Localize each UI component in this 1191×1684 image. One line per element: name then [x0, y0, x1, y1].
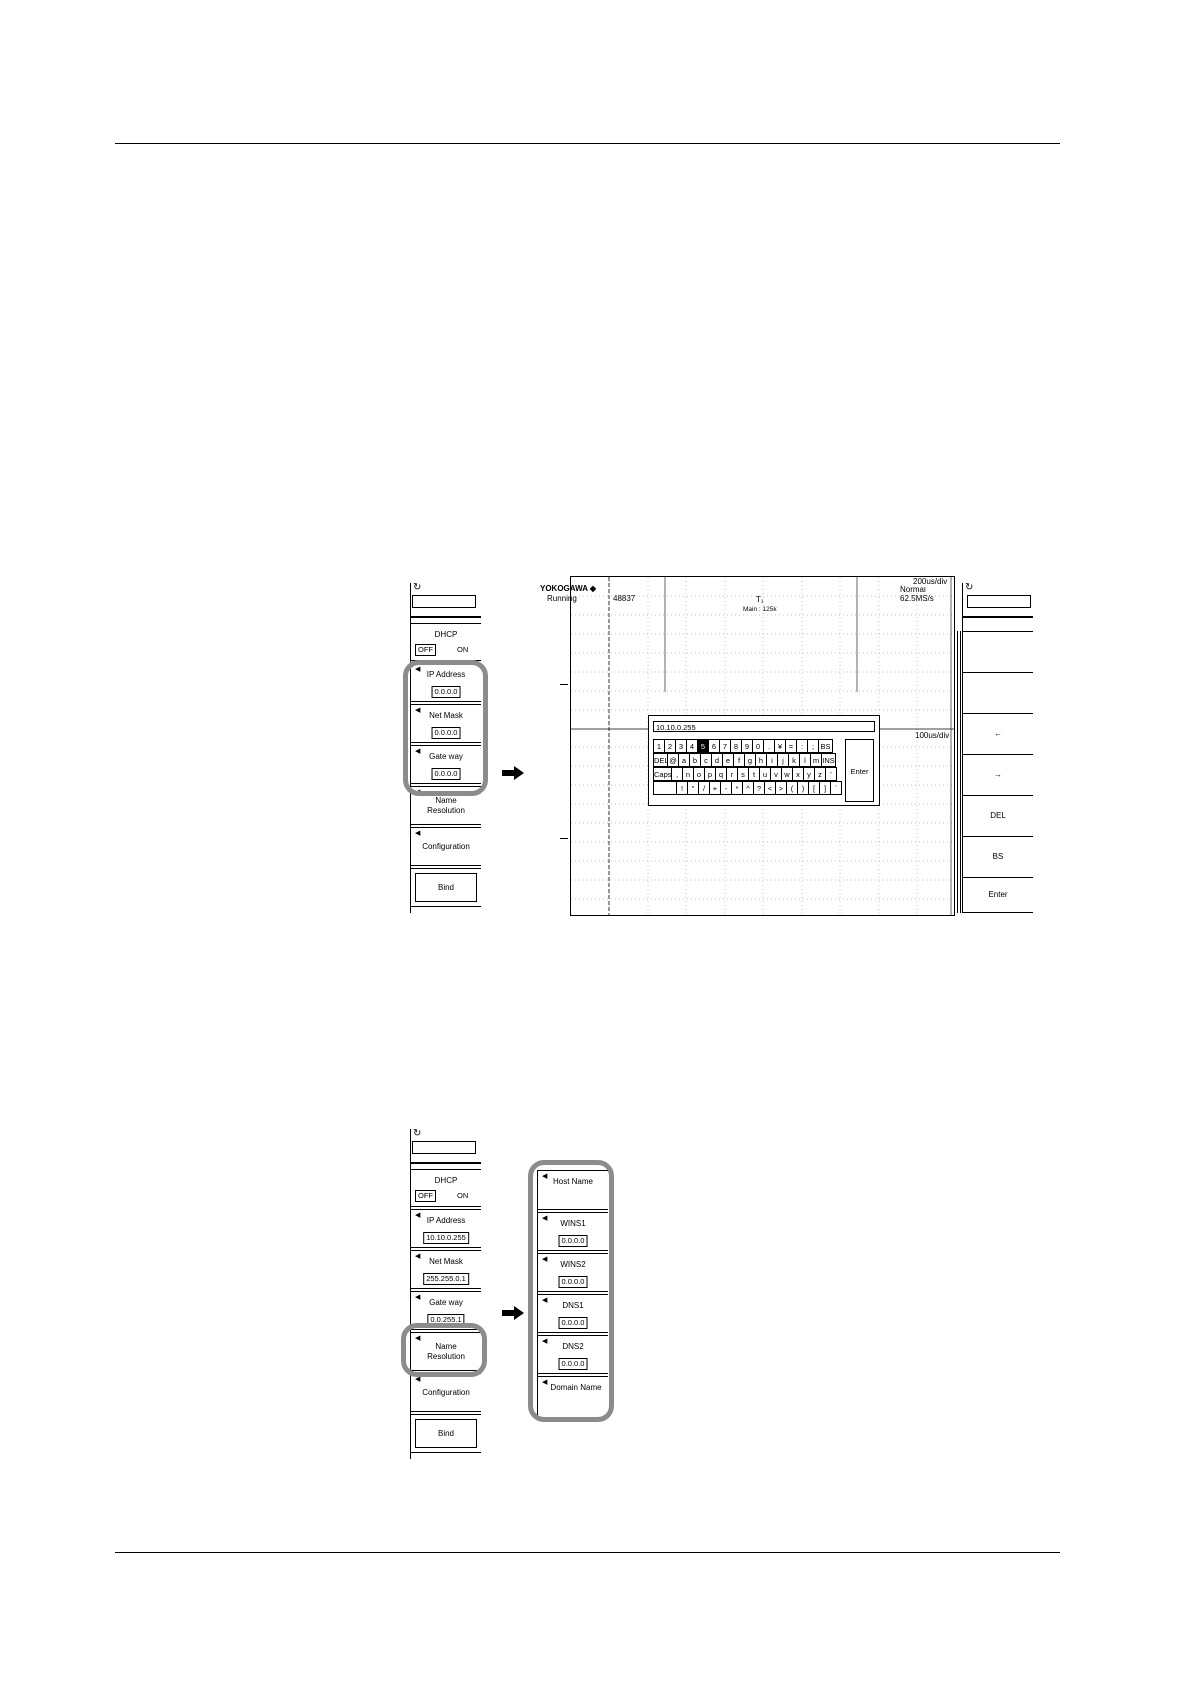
- keyboard-key[interactable]: [653, 781, 677, 795]
- jog-knob-icon: ↻: [413, 1128, 422, 1139]
- screen-left-tick-2: [560, 838, 568, 839]
- keyboard-key[interactable]: Caps: [653, 767, 672, 781]
- delete-softkey[interactable]: DEL: [963, 795, 1033, 836]
- host-name-softkey[interactable]: ◀ Host Name: [538, 1170, 608, 1210]
- dns1-label: DNS1: [562, 1301, 584, 1310]
- fig2-menu-top: ↻: [411, 1129, 481, 1164]
- fig1-highlight-ip-netmask-gateway: [403, 660, 488, 796]
- host-name-label: Host Name: [552, 1177, 593, 1186]
- keyboard-entry-field[interactable]: 10.10.0.255: [653, 721, 875, 732]
- dhcp-on-option[interactable]: ON: [457, 1191, 468, 1201]
- jog-knob-icon: ↻: [965, 582, 974, 593]
- keyboard-key[interactable]: ': [825, 767, 837, 781]
- header-rule: [115, 143, 1060, 144]
- dhcp-label: DHCP: [434, 1176, 458, 1185]
- delete-label: DEL: [990, 811, 1006, 820]
- jog-knob-icon: ↻: [413, 582, 422, 593]
- right-softkey-2[interactable]: [963, 672, 1033, 713]
- dns2-label: DNS2: [562, 1342, 584, 1351]
- fig2-highlight-name-resolution: [401, 1323, 487, 1377]
- keyboard-key[interactable]: INS: [821, 753, 836, 767]
- fig1-right-menu-top-box: [967, 595, 1031, 608]
- configuration-label: Configuration: [422, 841, 470, 851]
- fig1-right-menu: ↻ ← → DEL BS Enter: [957, 582, 1033, 913]
- fig2-menu-top-box: [412, 1141, 476, 1154]
- fig1-menu-top-box: [412, 595, 476, 608]
- net-mask-value: 255.255.0.1: [423, 1273, 469, 1285]
- fig2-dhcp-softkey[interactable]: DHCP OFF ON: [411, 1169, 481, 1207]
- keyboard-row-1: 1 2 3 4 5 6 7 8 9 0. ¥ =:; BS: [653, 739, 833, 753]
- wins2-value: 0.0.0.0: [558, 1276, 588, 1288]
- fig1-right-menu-inner-rule: [957, 631, 958, 913]
- name-resolution-line2: Resolution: [427, 805, 465, 815]
- backspace-label: BS: [992, 852, 1004, 861]
- bind-label: Bind: [437, 1428, 454, 1438]
- triangle-left-icon: ◀: [415, 1376, 421, 1383]
- domain-name-label: Domain Name: [550, 1383, 602, 1392]
- fig1-configuration-softkey[interactable]: ◀ Configuration: [411, 827, 481, 866]
- dhcp-on-option[interactable]: ON: [457, 645, 468, 655]
- dns1-softkey[interactable]: ◀ DNS1 0.0.0.0: [538, 1294, 608, 1333]
- keyboard-row-2: DEL @ a b c d e f g h i j k l m INS: [653, 753, 836, 767]
- fig2-configuration-softkey[interactable]: ◀ Configuration: [411, 1373, 481, 1412]
- wins1-value: 0.0.0.0: [558, 1235, 588, 1247]
- fig2-bind-softkey[interactable]: Bind: [411, 1414, 481, 1453]
- cursor-left-softkey[interactable]: ←: [963, 713, 1033, 754]
- backspace-softkey[interactable]: BS: [963, 836, 1033, 877]
- timebase-top: 200us/div: [913, 577, 948, 587]
- right-arrow-icon: [502, 1306, 524, 1320]
- left-arrow-icon: ←: [994, 729, 1002, 738]
- fig2-ip-address-softkey[interactable]: ◀ IP Address 10.10.0.255: [411, 1209, 481, 1248]
- ip-address-label: IP Address: [426, 1216, 466, 1225]
- fig1-right-menu-top-rule: [963, 616, 1033, 618]
- right-softkey-1[interactable]: [963, 631, 1033, 672]
- dhcp-off-option[interactable]: OFF: [415, 644, 436, 656]
- fig1-menu-top: ↻: [411, 583, 481, 618]
- dhcp-off-option[interactable]: OFF: [415, 1190, 436, 1202]
- fig1-right-menu-inner-rule-2: [960, 631, 961, 913]
- wins2-label: WINS2: [560, 1260, 586, 1269]
- ip-address-value: 10.10.0.255: [423, 1232, 469, 1244]
- cursor-right-softkey[interactable]: →: [963, 754, 1033, 795]
- gate-way-label: Gate way: [429, 1298, 463, 1307]
- triangle-left-icon: ◀: [415, 830, 421, 837]
- wins1-softkey[interactable]: ◀ WINS1 0.0.0.0: [538, 1212, 608, 1251]
- keyboard-row-3: Caps, n o p q r s t u v w x y z ': [653, 767, 837, 781]
- name-resolution-line1: Name: [435, 795, 457, 805]
- footer-rule: [115, 1552, 1060, 1553]
- configuration-label: Configuration: [422, 1387, 470, 1397]
- fig1-dhcp-softkey[interactable]: DHCP OFF ON: [411, 623, 481, 661]
- soft-keyboard: 10.10.0.255 1 2 3 4 5 6 7 8 9 0. ¥ =:; BS DEL @ a b c d e f…: [648, 715, 880, 806]
- keyboard-enter-key[interactable]: Enter: [845, 739, 874, 802]
- dns2-value: 0.0.0.0: [558, 1358, 588, 1370]
- fig2-left-menu: ↻ DHCP OFF ON ◀ IP Address 10.10.0.255 ◀…: [410, 1129, 481, 1459]
- fig2-name-resolution-menu: ◀ Host Name ◀ WINS1 0.0.0.0 ◀ WINS2 0.0.…: [537, 1170, 608, 1415]
- net-mask-label: Net Mask: [429, 1257, 463, 1266]
- enter-label: Enter: [988, 890, 1008, 899]
- keyboard-row-4: ! " / + - * ^? < >()[] `: [653, 781, 842, 795]
- wins1-label: WINS1: [560, 1219, 586, 1228]
- right-arrow-icon: [502, 766, 524, 780]
- bind-label: Bind: [437, 882, 454, 892]
- domain-name-softkey[interactable]: ◀ Domain Name: [538, 1376, 608, 1415]
- dns1-value: 0.0.0.0: [558, 1317, 588, 1329]
- dns2-softkey[interactable]: ◀ DNS2 0.0.0.0: [538, 1335, 608, 1374]
- dhcp-label: DHCP: [434, 630, 458, 639]
- keyboard-key[interactable]: BS: [818, 739, 833, 753]
- fig1-bind-softkey[interactable]: Bind: [411, 868, 481, 907]
- fig2-net-mask-softkey[interactable]: ◀ Net Mask 255.255.0.1: [411, 1250, 481, 1289]
- keyboard-key[interactable]: `: [830, 781, 842, 795]
- keyboard-key[interactable]: DEL: [653, 753, 669, 767]
- screen-left-tick-1: [560, 684, 568, 685]
- wins2-softkey[interactable]: ◀ WINS2 0.0.0.0: [538, 1253, 608, 1292]
- timebase-mid: 100us/div: [915, 731, 950, 741]
- right-arrow-key-icon: →: [994, 770, 1002, 779]
- enter-softkey[interactable]: Enter: [963, 877, 1033, 913]
